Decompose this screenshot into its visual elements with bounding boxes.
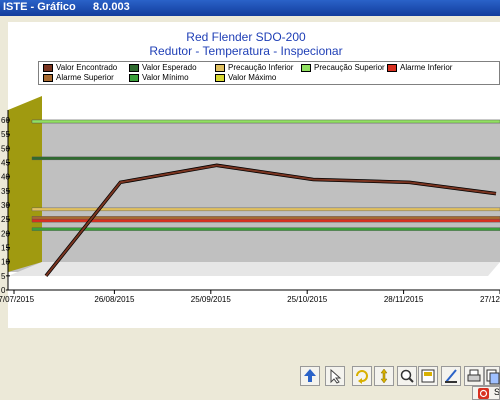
x-tick-label: 25/10/2015 [287, 295, 328, 304]
series-line-valor-esperado [31, 156, 500, 161]
cursor-button[interactable] [325, 366, 345, 386]
arrow-up-icon [304, 369, 316, 382]
x-tick-label: 27/07/2015 [0, 295, 35, 304]
edit-button[interactable] [441, 366, 461, 386]
print-icon [467, 369, 481, 382]
chart-svg: 051015202530354045505560 27/07/201526/08… [0, 96, 500, 304]
y-tick-label: 5 [1, 272, 6, 281]
x-tick-label: 28/11/2015 [384, 295, 424, 304]
chart-floor [8, 262, 500, 276]
x-tick-label: 27/12/2015 [480, 295, 500, 304]
series-line-alarme-inferior [31, 218, 500, 223]
y-tick-label: 0 [1, 286, 6, 295]
zoom-icon [400, 369, 414, 383]
exit-button[interactable]: S [472, 386, 500, 400]
view-icon [421, 369, 435, 383]
rotate-icon [356, 370, 368, 384]
copy-button[interactable] [484, 366, 500, 386]
series-line-precaução-inferior [31, 207, 500, 212]
x-tick-label: 25/09/2015 [191, 295, 232, 304]
print-button[interactable] [464, 366, 484, 386]
move-icon [380, 368, 388, 384]
x-tick-label: 26/08/2015 [94, 295, 135, 304]
cursor-icon [330, 368, 342, 384]
arrow-up-button[interactable] [300, 366, 320, 386]
series-line-valor-mínimo [31, 227, 500, 231]
exit-button-label: S [494, 387, 500, 397]
series-line-alarme-superior [31, 216, 500, 220]
copy-icon [486, 369, 500, 385]
move-button[interactable] [374, 366, 394, 386]
chart-back-wall [8, 120, 500, 272]
edit-icon [445, 369, 457, 383]
rotate-button[interactable] [352, 366, 372, 386]
zoom-button[interactable] [397, 366, 417, 386]
power-icon [478, 388, 489, 399]
series-line-precaução-superior [31, 119, 500, 124]
view-button[interactable] [418, 366, 438, 386]
